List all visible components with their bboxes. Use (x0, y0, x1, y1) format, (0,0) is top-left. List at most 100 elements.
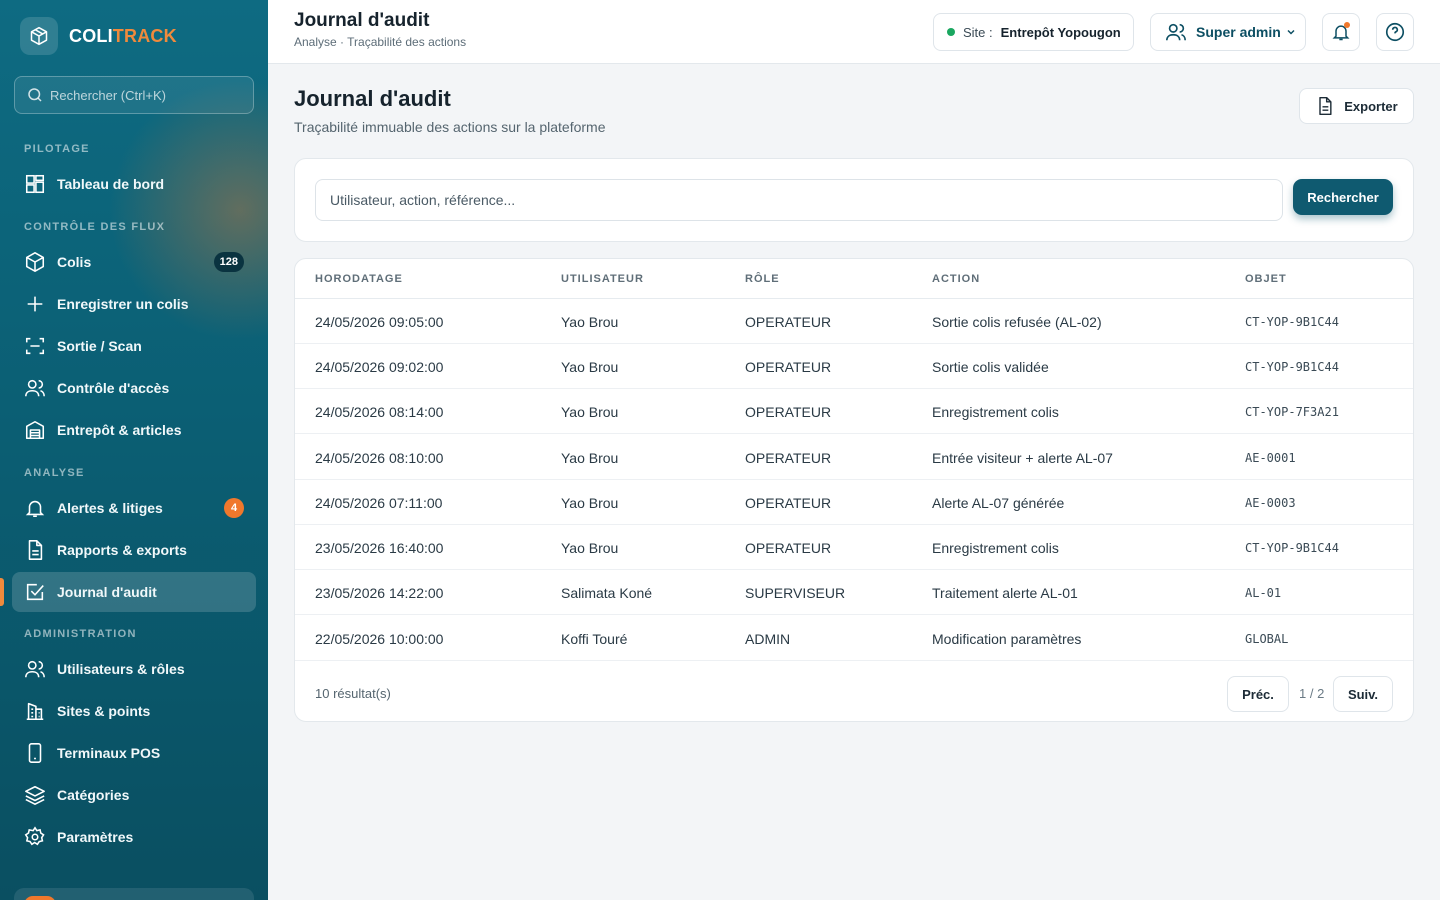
table-row[interactable]: 23/05/2026 16:40:00 Yao Brou OPERATEUR E… (295, 525, 1413, 570)
cell-action: Sortie colis validée (932, 359, 1049, 375)
dashboard-icon (25, 174, 45, 194)
section-title-pilotage: PILOTAGE (24, 143, 90, 155)
sidebar-item-label: Enregistrer un colis (57, 296, 189, 312)
sidebar-item-users[interactable]: Utilisateurs & rôles (12, 649, 256, 689)
user-role-menu[interactable]: Super admin (1150, 13, 1306, 51)
sidebar-item-register[interactable]: Enregistrer un colis (12, 284, 256, 324)
header-title: Journal d'audit (294, 10, 430, 31)
cell-object: GLOBAL (1245, 632, 1289, 646)
sidebar-item-label: Terminaux POS (57, 745, 161, 761)
cell-timestamp: 23/05/2026 16:40:00 (315, 540, 444, 556)
next-page-button[interactable]: Suiv. (1333, 676, 1393, 712)
topbar: Journal d'audit Analyse · Traçabilité de… (268, 0, 1440, 64)
cell-timestamp: 24/05/2026 08:10:00 (315, 450, 444, 466)
sidebar-item-exit-scan[interactable]: Sortie / Scan (12, 326, 256, 366)
table-row[interactable]: 22/05/2026 10:00:00 Koffi Touré ADMIN Mo… (295, 616, 1413, 661)
sidebar-item-dashboard[interactable]: Tableau de bord (12, 164, 256, 204)
column-header-action[interactable]: ACTION (932, 273, 980, 285)
cell-timestamp: 23/05/2026 14:22:00 (315, 585, 444, 601)
cell-role: OPERATEUR (745, 540, 832, 556)
cell-role: OPERATEUR (745, 450, 832, 466)
page-info: 1 / 2 (1299, 686, 1325, 701)
sidebar-item-label: Sites & points (57, 703, 151, 719)
table-row[interactable]: 24/05/2026 09:02:00 Yao Brou OPERATEUR S… (295, 344, 1413, 389)
cell-action: Traitement alerte AL-01 (932, 585, 1078, 601)
result-count: 10 résultat(s) (315, 686, 391, 701)
sidebar-user-card[interactable] (14, 888, 254, 900)
cell-action: Entrée visiteur + alerte AL-07 (932, 450, 1113, 466)
brand-name: COLITRACK (69, 25, 177, 46)
building-icon (26, 702, 44, 721)
column-header-user[interactable]: UTILISATEUR (561, 273, 644, 285)
sidebar-item-label: Rapports & exports (57, 542, 187, 558)
search-button[interactable]: Rechercher (1293, 179, 1393, 215)
sidebar-item-audit[interactable]: Journal d'audit (12, 572, 256, 612)
column-header-object[interactable]: OBJET (1245, 273, 1287, 285)
cell-user: Yao Brou (561, 314, 619, 330)
warehouse-icon (25, 420, 45, 440)
export-label: Exporter (1344, 98, 1398, 114)
sidebar-item-alerts[interactable]: Alertes & litiges 4 (12, 488, 256, 528)
sidebar-item-colis[interactable]: Colis 128 (12, 242, 256, 282)
site-selector[interactable]: Site : Entrepôt Yopougon (933, 13, 1134, 51)
cell-user: Yao Brou (561, 495, 619, 511)
sidebar-item-label: Journal d'audit (57, 584, 157, 600)
sidebar-item-label: Entrepôt & articles (57, 422, 182, 438)
sidebar-item-categories[interactable]: Catégories (12, 775, 256, 815)
cell-object: AE-0001 (1245, 451, 1296, 465)
gear-icon (24, 826, 45, 846)
table-row[interactable]: 24/05/2026 09:05:00 Yao Brou OPERATEUR S… (295, 299, 1413, 344)
sidebar-item-label: Tableau de bord (57, 176, 165, 192)
help-button[interactable] (1376, 13, 1414, 51)
cell-role: SUPERVISEUR (745, 585, 846, 601)
alerts-count-badge: 4 (224, 498, 244, 518)
table-row[interactable]: 24/05/2026 08:14:00 Yao Brou OPERATEUR E… (295, 389, 1413, 434)
site-value: Entrepôt Yopougon (1000, 24, 1121, 40)
scan-icon (25, 337, 45, 355)
active-item-marker (0, 578, 4, 606)
cell-object: AL-01 (1245, 586, 1282, 600)
colis-count-badge: 128 (213, 252, 244, 272)
sidebar-item-label: Catégories (57, 787, 130, 803)
sidebar-item-access[interactable]: Contrôle d'accès (12, 368, 256, 408)
sidebar-item-reports[interactable]: Rapports & exports (12, 530, 256, 570)
sidebar-item-settings[interactable]: Paramètres (12, 817, 256, 857)
cell-object: AE-0003 (1245, 496, 1296, 510)
table-row[interactable]: 24/05/2026 08:10:00 Yao Brou OPERATEUR E… (295, 435, 1413, 480)
cell-user: Salimata Koné (561, 585, 653, 601)
sidebar-search[interactable]: Rechercher (Ctrl+K) (14, 76, 254, 114)
audit-search-input[interactable] (315, 179, 1283, 221)
table-row[interactable]: 24/05/2026 07:11:00 Yao Brou OPERATEUR A… (295, 480, 1413, 525)
notifications-button[interactable] (1322, 13, 1360, 51)
export-button[interactable]: Exporter (1299, 88, 1414, 124)
brand[interactable]: COLITRACK (20, 16, 177, 56)
section-title-analyse: ANALYSE (24, 467, 85, 479)
sidebar-item-sites[interactable]: Sites & points (12, 691, 256, 731)
sidebar: COLITRACK Rechercher (Ctrl+K) PILOTAGE T… (0, 0, 268, 900)
table-footer: 10 résultat(s) Préc. 1 / 2 Suiv. (295, 662, 1413, 721)
table-header: HORODATAGE UTILISATEUR RÔLE ACTION OBJET (295, 259, 1413, 299)
site-label: Site : (963, 24, 993, 40)
bell-icon (25, 500, 45, 518)
column-header-timestamp[interactable]: HORODATAGE (315, 273, 403, 285)
cell-action: Sortie colis refusée (AL-02) (932, 314, 1102, 330)
column-header-role[interactable]: RÔLE (745, 273, 780, 285)
sidebar-item-label: Contrôle d'accès (57, 380, 170, 396)
section-title-admin: ADMINISTRATION (24, 628, 137, 640)
sidebar-item-warehouse[interactable]: Entrepôt & articles (12, 410, 256, 450)
plus-icon (27, 296, 43, 312)
cell-role: OPERATEUR (745, 404, 832, 420)
cell-user: Yao Brou (561, 359, 619, 375)
cell-object: CT-YOP-7F3A21 (1245, 405, 1339, 419)
user-role-label: Super admin (1196, 24, 1281, 40)
cell-timestamp: 22/05/2026 10:00:00 (315, 631, 444, 647)
cell-role: ADMIN (745, 631, 791, 647)
sidebar-item-pos[interactable]: Terminaux POS (12, 733, 256, 773)
table-row[interactable]: 23/05/2026 14:22:00 Salimata Koné SUPERV… (295, 570, 1413, 615)
cell-timestamp: 24/05/2026 07:11:00 (315, 495, 443, 511)
checkbox-icon (26, 583, 44, 601)
sidebar-item-label: Sortie / Scan (57, 338, 142, 354)
avatar (24, 896, 56, 900)
prev-page-button[interactable]: Préc. (1227, 676, 1289, 712)
sidebar-item-label: Utilisateurs & rôles (57, 661, 185, 677)
